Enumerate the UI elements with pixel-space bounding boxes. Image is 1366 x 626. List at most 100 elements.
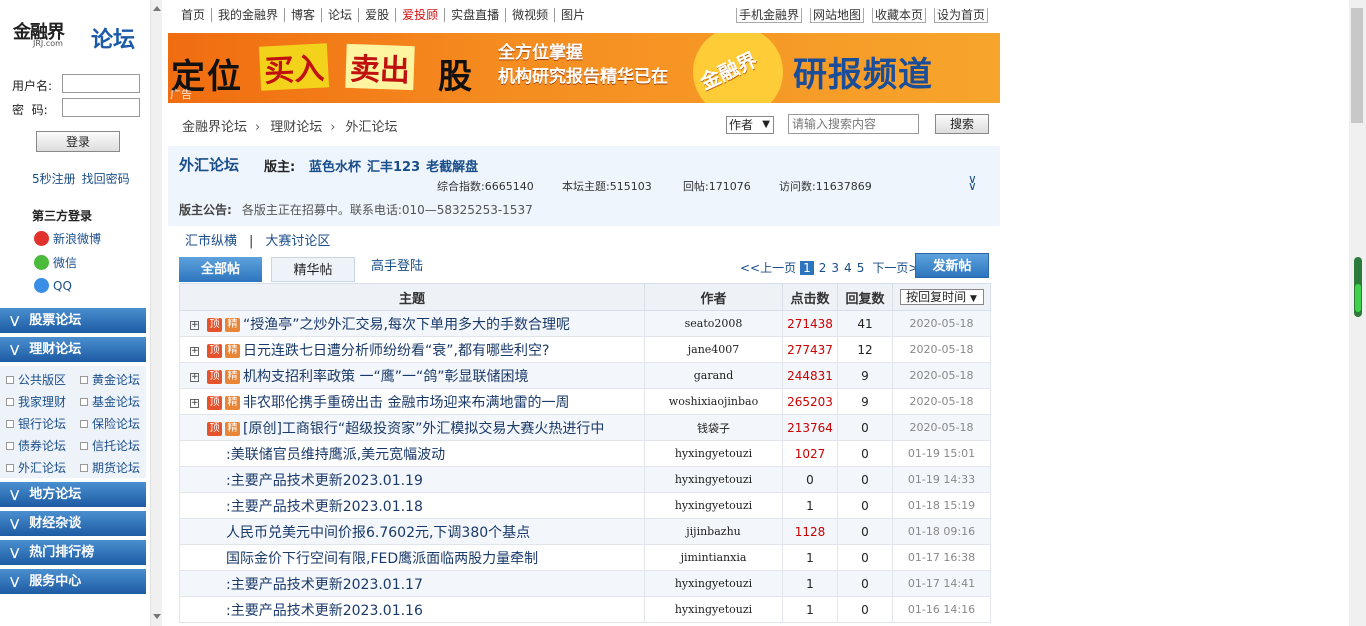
table-row[interactable]: 顶精 [原创]工商银行“超级投资家”外汇模拟交易大赛火热进行中 钱袋子 213764 0… xyxy=(179,414,991,441)
thread-title-link[interactable]: “授渔亭”之炒外汇交易,每次下单用多大的手数合理呢 xyxy=(243,317,570,333)
ad-banner[interactable]: 定位 买入 卖出 股 全方位掌握 机构研究报告精华已在 金融界 研报频道 广告 xyxy=(168,33,1000,103)
register-link[interactable]: 5秒注册 xyxy=(32,172,76,186)
moderator-link[interactable]: 蓝色水杯 xyxy=(309,160,361,175)
tab-all-posts[interactable]: 全部帖 xyxy=(179,257,262,282)
table-row[interactable]: :主要产品技术更新2023.01.16 hyxingyetouzi 1 0 01-16 … xyxy=(179,596,991,623)
expand-icon[interactable]: ∨ ∨ xyxy=(968,173,977,192)
subnav-link[interactable]: 大赛讨论区 xyxy=(265,234,330,249)
page-link[interactable]: 3 xyxy=(831,261,839,275)
nav-link[interactable]: 爱股 xyxy=(359,8,397,22)
sidebar-scrollbar[interactable] xyxy=(150,0,162,626)
thread-title-link[interactable]: 非农耶伦携手重磅出击 金融市场迎来布满地雷的一周 xyxy=(243,395,569,411)
utility-link[interactable]: 设为首页 xyxy=(933,8,988,23)
thread-title-link[interactable]: 机构支招利率政策 一“鹰”一“鸽”彰显联储困境 xyxy=(243,369,528,385)
thread-author[interactable]: jijinbazhu xyxy=(644,518,783,545)
table-row[interactable]: :主要产品技术更新2023.01.17 hyxingyetouzi 1 0 01-17 … xyxy=(179,570,991,597)
scroll-down-arrow-icon[interactable] xyxy=(153,614,161,619)
expert-login-link[interactable]: 高手登陆 xyxy=(367,257,427,282)
utility-link[interactable]: 手机金融界 xyxy=(735,8,802,23)
subforum-item[interactable]: 黄金论坛 xyxy=(80,371,140,388)
thread-author[interactable]: 钱袋子 xyxy=(644,414,783,441)
subforum-item[interactable]: 公共版区 xyxy=(6,371,66,388)
thread-author[interactable]: hyxingyetouzi xyxy=(644,596,783,623)
jrj-forum-logo[interactable]: 金融界 JRJ.com 论坛 xyxy=(13,18,143,54)
table-row[interactable]: :主要产品技术更新2023.01.19 hyxingyetouzi 0 0 01-19 … xyxy=(179,466,991,493)
expand-icon[interactable]: + xyxy=(190,346,199,356)
thread-author[interactable]: jimintianxia xyxy=(644,544,783,571)
moderator-link[interactable]: 汇丰123 xyxy=(367,160,420,175)
scrollbar-thumb[interactable] xyxy=(1351,8,1363,123)
subforum-item[interactable]: 债券论坛 xyxy=(6,437,66,454)
nav-link[interactable]: 实盘直播 xyxy=(445,8,507,22)
breadcrumb-link[interactable]: 理财论坛 xyxy=(270,120,322,135)
thread-title-link[interactable]: 日元连跌七日遭分析师纷纷看“衰”,都有哪些利空? xyxy=(243,343,549,359)
table-row[interactable]: :主要产品技术更新2023.01.18 hyxingyetouzi 1 0 01-18 … xyxy=(179,492,991,519)
thread-title-link[interactable]: :主要产品技术更新2023.01.17 xyxy=(226,577,423,593)
nav-link[interactable]: 微视频 xyxy=(506,8,556,22)
utility-link[interactable]: 收藏本页 xyxy=(871,8,926,23)
sort-select[interactable]: 按回复时间 ▼ xyxy=(899,289,984,305)
thread-title-link[interactable]: 国际金价下行空间有限,FED鹰派面临两股力量牵制 xyxy=(226,551,538,567)
nav-link[interactable]: 博客 xyxy=(285,8,323,22)
thread-title-link[interactable]: [原创]工商银行“超级投资家”外汇模拟交易大赛火热进行中 xyxy=(243,421,604,437)
nav-link[interactable]: 图片 xyxy=(555,8,591,22)
table-row[interactable]: + 顶精 “授渔亭”之炒外汇交易,每次下单用多大的手数合理呢 seato2008 271… xyxy=(179,310,991,337)
thread-author[interactable]: hyxingyetouzi xyxy=(644,570,783,597)
wechat-login[interactable]: 微信 xyxy=(34,254,77,271)
prev-page-link[interactable]: <<上一页 xyxy=(740,259,796,276)
thread-author[interactable]: hyxingyetouzi xyxy=(644,492,783,519)
subforum-item[interactable]: 期货论坛 xyxy=(80,459,140,476)
subnav-link[interactable]: 汇市纵横 xyxy=(185,234,237,249)
username-input[interactable] xyxy=(62,74,140,93)
new-post-button[interactable]: 发新帖 xyxy=(915,253,989,278)
password-input[interactable] xyxy=(62,98,140,117)
thread-author[interactable]: hyxingyetouzi xyxy=(644,440,783,467)
page-link-current[interactable]: 1 xyxy=(800,260,814,275)
scroll-up-arrow-icon[interactable] xyxy=(153,6,161,11)
expand-icon[interactable]: + xyxy=(190,372,199,382)
expand-icon[interactable]: + xyxy=(190,398,199,408)
thread-author[interactable]: jane4007 xyxy=(644,336,783,363)
nav-link[interactable]: 我的金融界 xyxy=(212,8,286,22)
subforum-item[interactable]: 保险论坛 xyxy=(80,415,140,432)
table-row[interactable]: :美联储官员维持鹰派,美元宽幅波动 hyxingyetouzi 1027 0 01-19… xyxy=(179,440,991,467)
subforum-item[interactable]: 银行论坛 xyxy=(6,415,66,432)
thread-author[interactable]: hyxingyetouzi xyxy=(644,466,783,493)
nav-link[interactable]: 爱投顾 xyxy=(396,8,446,22)
table-row[interactable]: 人民币兑美元中间价报6.7602元,下调380个基点 jijinbazhu 1128… xyxy=(179,518,991,545)
thread-title-link[interactable]: :美联储官员维持鹰派,美元宽幅波动 xyxy=(226,447,445,463)
thread-title-link[interactable]: :主要产品技术更新2023.01.18 xyxy=(226,499,423,515)
nav-link[interactable]: 首页 xyxy=(181,8,213,22)
search-filter-select[interactable]: 作者 ▼ xyxy=(726,116,774,134)
section-finance-forum[interactable]: ⋁ 理财论坛 xyxy=(0,337,146,362)
search-button[interactable]: 搜索 xyxy=(935,114,989,134)
breadcrumb-link[interactable]: 金融界论坛 xyxy=(182,120,247,135)
subforum-item[interactable]: 基金论坛 xyxy=(80,393,140,410)
subforum-item[interactable]: 我家理财 xyxy=(6,393,66,410)
nav-link[interactable]: 论坛 xyxy=(322,8,360,22)
thread-title-link[interactable]: :主要产品技术更新2023.01.16 xyxy=(226,603,423,619)
section-misc[interactable]: ⋁ 财经杂谈 xyxy=(0,511,146,536)
table-row[interactable]: + 顶精机构支招利率政策 一“鹰”一“鸽”彰显联储困境 garand 244831 9 2… xyxy=(179,362,991,389)
search-input[interactable]: 请输入搜索内容 xyxy=(788,114,919,134)
qq-login[interactable]: QQ xyxy=(34,278,72,293)
tab-best-posts[interactable]: 精华帖 xyxy=(271,257,355,282)
thread-title-link[interactable]: :主要产品技术更新2023.01.19 xyxy=(226,473,423,489)
table-row[interactable]: 国际金价下行空间有限,FED鹰派面临两股力量牵制 jimintianxia 1 0 01… xyxy=(179,544,991,571)
login-button[interactable]: 登录 xyxy=(36,131,120,152)
expand-icon[interactable]: + xyxy=(190,320,199,330)
section-rank[interactable]: ⋁ 热门排行榜 xyxy=(0,540,146,565)
table-row[interactable]: + 顶精非农耶伦携手重磅出击 金融市场迎来布满地雷的一周 woshixiaojinb… xyxy=(179,388,991,415)
weibo-login[interactable]: 新浪微博 xyxy=(34,230,101,247)
recover-password-link[interactable]: 找回密码 xyxy=(82,172,130,186)
thread-author[interactable]: seato2008 xyxy=(644,310,783,337)
moderator-link[interactable]: 老截解盘 xyxy=(426,160,478,175)
section-stock-forum[interactable]: ⋁ 股票论坛 xyxy=(0,308,146,333)
page-link[interactable]: 4 xyxy=(844,261,852,275)
utility-link[interactable]: 网站地图 xyxy=(809,8,864,23)
section-service[interactable]: ⋁ 服务中心 xyxy=(0,569,146,594)
thread-author[interactable]: garand xyxy=(644,362,783,389)
page-link[interactable]: 2 xyxy=(819,261,827,275)
thread-author[interactable]: woshixiaojinbao xyxy=(644,388,783,415)
page-link[interactable]: 5 xyxy=(857,261,865,275)
